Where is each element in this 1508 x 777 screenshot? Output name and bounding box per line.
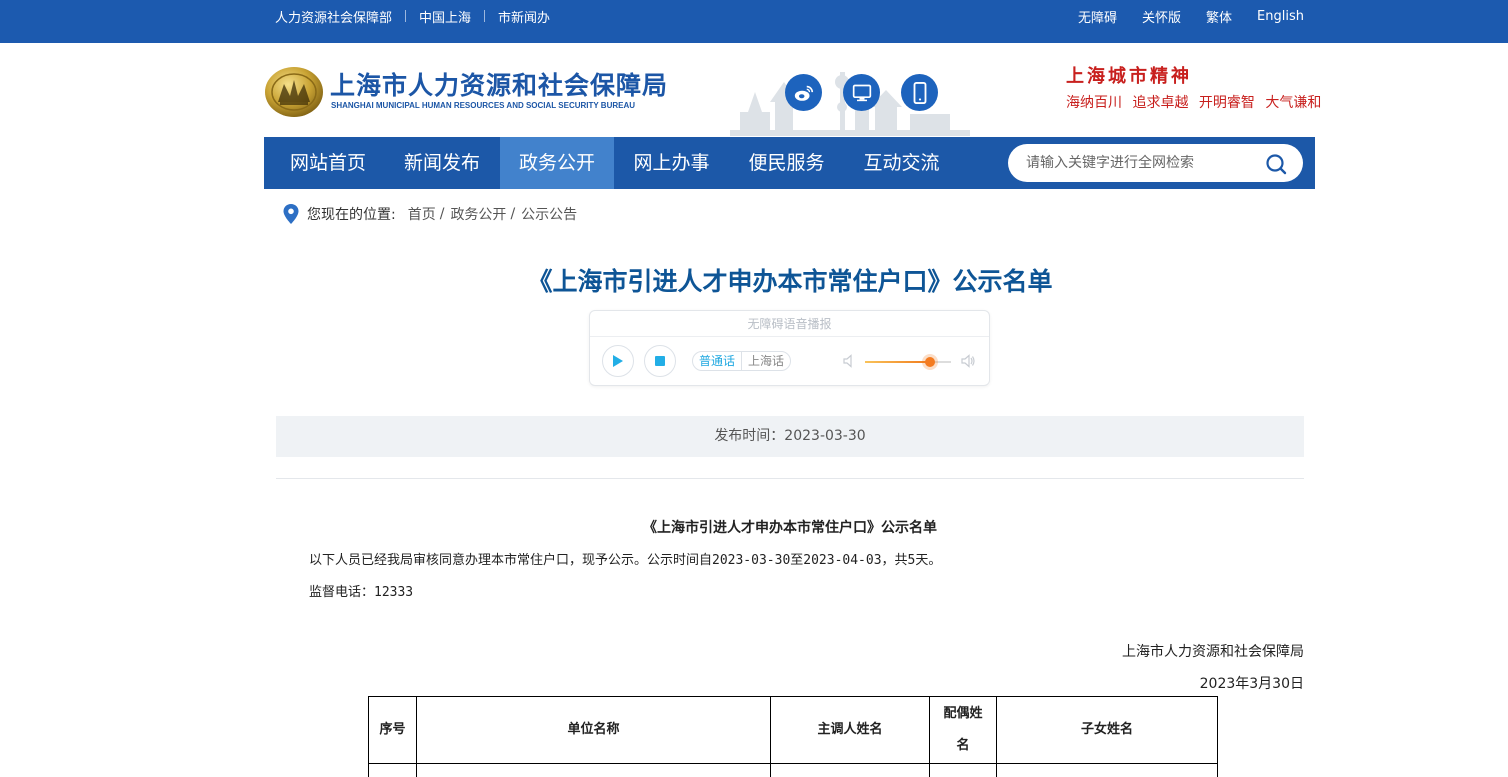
- publish-info-bar: 发布时间：2023-03-30: [276, 416, 1304, 457]
- signature-date: 2023年3月30日: [1199, 676, 1304, 692]
- mobile-site-button[interactable]: [901, 74, 938, 111]
- nav-online-services[interactable]: 网上办事: [614, 137, 729, 189]
- signature-organization: 上海市人力资源和社会保障局: [1122, 644, 1304, 660]
- table-header-row: 序号 单位名称 主调人姓名 配偶姓名 子女姓名: [368, 696, 1218, 764]
- shanghainese-option[interactable]: 上海话: [742, 352, 790, 370]
- care-mode-link[interactable]: 关怀版: [1142, 7, 1181, 26]
- breadcrumb-label: 您现在的位置:: [307, 207, 396, 223]
- table-cell: [929, 763, 997, 777]
- document-title: 《上海市引进人才申办本市常住户口》公示名单: [643, 520, 937, 536]
- search-icon[interactable]: [1264, 152, 1288, 176]
- table-cell: [770, 763, 930, 777]
- nav-interaction[interactable]: 互动交流: [844, 137, 959, 189]
- mobile-phone-icon: [913, 81, 926, 104]
- page-title: 《上海市引进人才申办本市常住户口》公示名单: [527, 267, 1053, 296]
- slogan-item: 追求卓越: [1132, 95, 1189, 111]
- stop-icon: [655, 356, 665, 366]
- slogan-item: 大气谦和: [1265, 95, 1322, 111]
- publish-date: 发布时间：2023-03-30: [714, 428, 866, 444]
- volume-high-icon[interactable]: [960, 353, 976, 369]
- audio-broadcast-widget: 无障碍语音播报 普通话 上海话: [589, 310, 990, 386]
- slogan-line: 海纳百川 追求卓越 开明睿智 大气谦和: [1066, 92, 1321, 112]
- top-bar: 人力资源社会保障部 中国上海 市新闻办 无障碍 关怀版 繁体 English: [0, 0, 1508, 43]
- supervision-hotline: 监督电话：12333: [309, 585, 414, 600]
- column-header-children: 子女姓名: [996, 696, 1218, 764]
- search-input[interactable]: [1026, 144, 1256, 182]
- breadcrumb-separator: /: [510, 206, 516, 222]
- audio-widget-header: 无障碍语音播报: [590, 311, 989, 337]
- announcement-paragraph: 以下人员已经我局审核同意办理本市常住户口，现予公示。公示时间自2023-03-3…: [309, 553, 942, 568]
- column-header-applicant: 主调人姓名: [770, 696, 930, 764]
- location-pin-icon: [283, 204, 299, 224]
- table-row: [368, 763, 1218, 777]
- column-header-company: 单位名称: [416, 696, 771, 764]
- weibo-icon: [794, 85, 813, 101]
- traditional-chinese-link[interactable]: 繁体: [1206, 7, 1232, 26]
- link-news-office[interactable]: 市新闻办: [498, 7, 550, 26]
- play-icon: [613, 355, 623, 367]
- publicity-list-table: 序号 单位名称 主调人姓名 配偶姓名 子女姓名: [368, 696, 1218, 777]
- breadcrumb-government-info[interactable]: 政务公开: [450, 204, 506, 224]
- search-box: [1008, 144, 1303, 182]
- column-header-spouse: 配偶姓名: [929, 696, 997, 764]
- breadcrumb-separator: /: [439, 206, 445, 222]
- breadcrumb-announcements[interactable]: 公示公告: [521, 204, 577, 224]
- volume-slider-fill: [865, 361, 930, 363]
- site-subtitle: SHANGHAI MUNICIPAL HUMAN RESOURCES AND S…: [331, 101, 636, 110]
- top-links: 人力资源社会保障部 中国上海 市新闻办: [275, 0, 550, 32]
- slogan-item: 海纳百川: [1066, 95, 1122, 111]
- main-nav: 网站首页 新闻发布 政务公开 网上办事 便民服务 互动交流: [264, 137, 1315, 189]
- monitor-icon: [852, 84, 871, 101]
- play-button[interactable]: [602, 345, 634, 377]
- table-cell: [996, 763, 1218, 777]
- divider: [484, 10, 486, 22]
- accessibility-link[interactable]: 无障碍: [1078, 7, 1117, 26]
- desktop-site-button[interactable]: [843, 74, 880, 111]
- link-mohrss[interactable]: 人力资源社会保障部: [275, 7, 392, 26]
- site-title[interactable]: 上海市人力资源和社会保障局: [330, 66, 668, 102]
- slogan-item: 开明睿智: [1198, 95, 1255, 111]
- breadcrumb: 您现在的位置: 首页 / 政务公开 / 公示公告: [283, 203, 577, 225]
- stop-button[interactable]: [644, 345, 676, 377]
- volume-low-icon[interactable]: [842, 353, 858, 369]
- bureau-logo-icon[interactable]: [264, 62, 324, 118]
- dialect-switch: 普通话 上海话: [692, 351, 792, 371]
- nav-convenience-services[interactable]: 便民服务: [729, 137, 844, 189]
- volume-slider[interactable]: [865, 357, 951, 367]
- volume-slider-handle[interactable]: [924, 357, 935, 367]
- table-cell: [416, 763, 771, 777]
- english-link[interactable]: English: [1257, 9, 1304, 24]
- divider: [405, 10, 407, 22]
- column-header-index: 序号: [368, 696, 417, 764]
- nav-home[interactable]: 网站首页: [264, 137, 392, 189]
- breadcrumb-home[interactable]: 首页: [408, 204, 436, 224]
- nav-news[interactable]: 新闻发布: [384, 137, 500, 189]
- slogan-title: 上海城市精神: [1066, 66, 1192, 87]
- mandarin-option[interactable]: 普通话: [693, 352, 743, 370]
- top-right-links: 无障碍 关怀版 繁体 English: [1053, 0, 1304, 32]
- divider: [276, 478, 1304, 479]
- table-cell: [368, 763, 417, 777]
- link-china-shanghai[interactable]: 中国上海: [419, 7, 471, 26]
- nav-government-info[interactable]: 政务公开: [500, 137, 614, 189]
- weibo-button[interactable]: [785, 74, 822, 111]
